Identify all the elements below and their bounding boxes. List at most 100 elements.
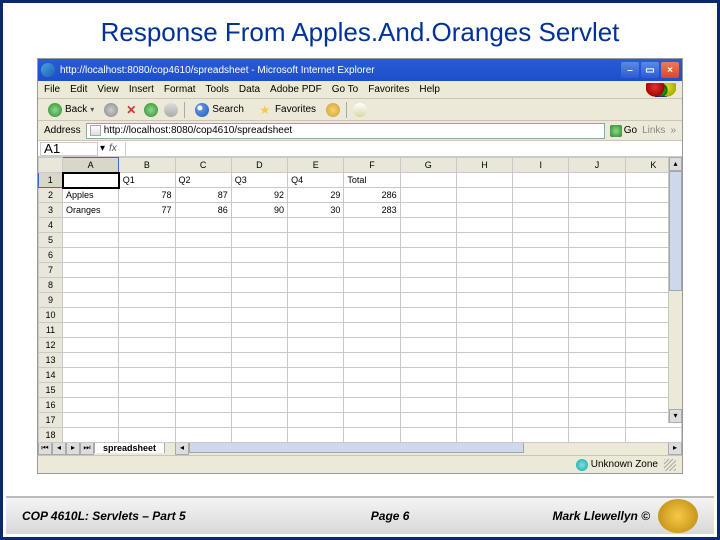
close-button[interactable]: × [661,62,679,78]
cell[interactable] [344,233,400,248]
cell[interactable] [175,218,231,233]
cell[interactable]: 283 [344,203,400,218]
menu-favorites[interactable]: Favorites [368,84,409,95]
cell[interactable] [513,188,569,203]
links-chevron-icon[interactable]: » [670,125,676,136]
cell[interactable] [231,353,287,368]
scroll-up-icon[interactable]: ▴ [669,157,682,171]
cell[interactable] [119,248,175,263]
cell[interactable] [569,368,625,383]
cell[interactable] [63,308,119,323]
chevron-down-icon[interactable]: ▾ [100,143,105,154]
mail-button[interactable] [353,103,367,117]
scroll-down-icon[interactable]: ▾ [669,409,682,423]
cell[interactable] [231,323,287,338]
cell[interactable] [119,383,175,398]
cell[interactable] [456,263,512,278]
cell[interactable] [456,323,512,338]
col-B[interactable]: B [119,158,175,173]
cell[interactable] [569,233,625,248]
row-7[interactable]: 7 [39,263,63,278]
cell[interactable] [513,338,569,353]
cell[interactable] [569,248,625,263]
cell[interactable] [288,368,344,383]
cell[interactable] [569,398,625,413]
cell[interactable] [400,248,456,263]
cell[interactable] [288,398,344,413]
menu-data[interactable]: Data [239,84,260,95]
cell[interactable] [288,293,344,308]
cell[interactable] [288,338,344,353]
col-G[interactable]: G [400,158,456,173]
col-H[interactable]: H [456,158,512,173]
cell[interactable] [513,398,569,413]
minimize-button[interactable]: – [621,62,639,78]
go-button[interactable]: Go [610,125,637,137]
cell[interactable] [231,428,287,443]
cell[interactable] [456,188,512,203]
cell[interactable] [119,338,175,353]
cell[interactable] [344,383,400,398]
row-6[interactable]: 6 [39,248,63,263]
cell[interactable] [569,278,625,293]
row-5[interactable]: 5 [39,233,63,248]
cell[interactable] [63,293,119,308]
cell[interactable] [513,323,569,338]
cell[interactable] [63,353,119,368]
cell[interactable] [569,203,625,218]
cell[interactable] [175,278,231,293]
cell[interactable] [344,323,400,338]
cell[interactable]: 286 [344,188,400,203]
cell[interactable] [344,368,400,383]
cell[interactable] [456,353,512,368]
cell[interactable] [400,413,456,428]
menu-adobe[interactable]: Adobe PDF [270,84,322,95]
cell[interactable]: Oranges [63,203,119,218]
cell[interactable] [175,248,231,263]
cell[interactable] [400,278,456,293]
cell[interactable] [569,263,625,278]
vertical-scrollbar[interactable]: ▴ ▾ [668,157,682,423]
cell[interactable] [569,383,625,398]
row-3[interactable]: 3 [39,203,63,218]
cell[interactable] [456,368,512,383]
col-E[interactable]: E [288,158,344,173]
cell[interactable] [513,428,569,443]
cell[interactable] [119,218,175,233]
cell[interactable] [288,263,344,278]
menu-file[interactable]: File [44,84,60,95]
cell[interactable] [288,248,344,263]
cell[interactable]: Q1 [119,173,175,188]
cell[interactable]: 92 [231,188,287,203]
cell[interactable] [569,428,625,443]
row-4[interactable]: 4 [39,218,63,233]
cell[interactable] [63,173,119,188]
cell[interactable] [400,263,456,278]
cell[interactable] [119,398,175,413]
home-button[interactable] [164,103,178,117]
cell[interactable] [288,233,344,248]
cell[interactable] [63,428,119,443]
menu-goto[interactable]: Go To [332,84,359,95]
cell[interactable] [456,338,512,353]
row-10[interactable]: 10 [39,308,63,323]
formula-input[interactable] [125,142,682,156]
cell[interactable] [569,353,625,368]
cell[interactable] [175,353,231,368]
cell[interactable] [400,368,456,383]
cell[interactable] [63,248,119,263]
cell[interactable]: 30 [288,203,344,218]
cell[interactable] [288,413,344,428]
cell[interactable] [175,368,231,383]
row-11[interactable]: 11 [39,323,63,338]
cell[interactable] [175,338,231,353]
cell[interactable] [344,308,400,323]
row-16[interactable]: 16 [39,398,63,413]
cell[interactable] [119,278,175,293]
col-D[interactable]: D [231,158,287,173]
cell[interactable] [344,353,400,368]
cell[interactable] [231,293,287,308]
row-2[interactable]: 2 [39,188,63,203]
cell[interactable] [344,428,400,443]
menu-tools[interactable]: Tools [206,84,229,95]
